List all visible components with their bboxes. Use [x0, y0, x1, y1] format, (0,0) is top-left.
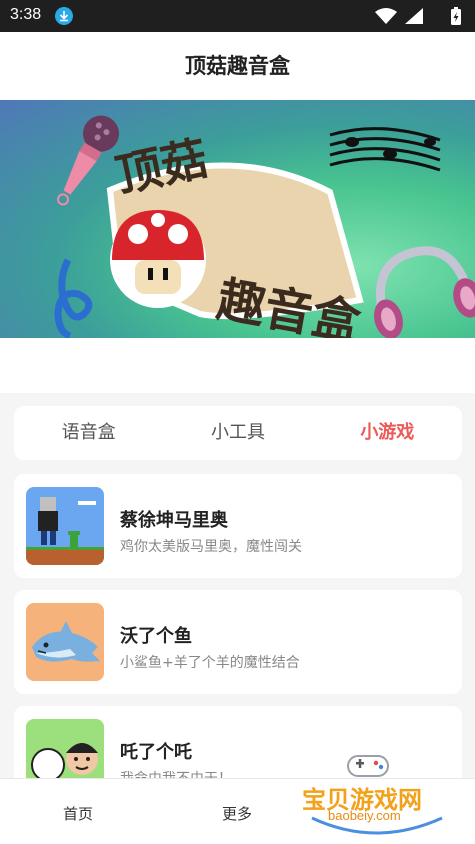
nav-home[interactable]: 首页 — [63, 803, 93, 824]
treble-clef-icon — [54, 258, 93, 338]
category-tabs: 语音盒 小工具 小游戏 — [14, 406, 462, 460]
app-header: 顶菇趣音盒 — [0, 32, 475, 100]
battery-charging-icon — [451, 7, 461, 25]
game-description: 小鲨鱼+羊了个羊的魔性结合 — [120, 655, 300, 671]
watermark-url: baobeiy.com — [328, 808, 401, 823]
status-icons — [375, 7, 461, 25]
game-title: 沃了个鱼 — [120, 626, 192, 647]
game-title: 蔡徐坤马里奥 — [120, 510, 228, 531]
mushroom-icon — [110, 210, 206, 308]
game-title: 吒了个吒 — [120, 742, 192, 763]
game-thumbnail — [26, 487, 104, 565]
headphones-icon — [373, 246, 475, 338]
page-title: 顶菇趣音盒 — [185, 54, 290, 78]
tab-mini-games[interactable]: 小游戏 — [313, 406, 462, 460]
gamepad-icon — [347, 755, 389, 777]
download-icon — [55, 7, 73, 25]
tab-tools[interactable]: 小工具 — [163, 406, 312, 460]
banner-caption-area — [0, 338, 475, 393]
status-bar: 3:38 — [0, 0, 475, 32]
banner-image[interactable]: 顶菇 趣音盒 — [0, 100, 475, 338]
nav-more[interactable]: 更多 — [222, 803, 252, 824]
music-notes-icon — [329, 127, 441, 172]
wifi-icon — [375, 8, 397, 24]
game-thumbnail — [26, 603, 104, 681]
status-time: 3:38 — [10, 6, 42, 23]
signal-icon — [405, 8, 423, 24]
game-list-item[interactable]: 蔡徐坤马里奥 鸡你太美版马里奥，魔性闯关 — [14, 474, 462, 578]
game-list-item[interactable]: 沃了个鱼 小鲨鱼+羊了个羊的魔性结合 — [14, 590, 462, 694]
game-description: 鸡你太美版马里奥，魔性闯关 — [120, 539, 302, 555]
tab-voice-box[interactable]: 语音盒 — [14, 406, 163, 460]
banner-art: 顶菇 趣音盒 — [54, 115, 475, 338]
watermark-logo: 宝贝游戏网 baobeiy.com — [300, 752, 450, 840]
